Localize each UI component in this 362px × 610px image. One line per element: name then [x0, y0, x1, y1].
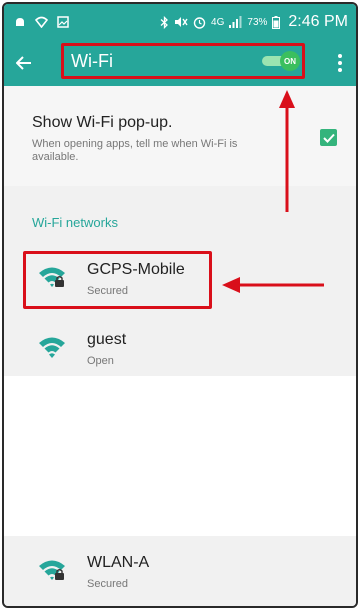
network-highlight-box: [23, 251, 212, 309]
more-options-button[interactable]: [330, 50, 350, 76]
wifi-settings-list: Show Wi-Fi pop-up. When opening apps, te…: [4, 86, 356, 606]
network-item[interactable]: guest Open: [4, 317, 356, 383]
setting-title: Show Wi-Fi pop-up.: [32, 114, 173, 131]
battery-percent: 73%: [247, 16, 268, 28]
phone-screen: 4G 73% 2:46 PM Wi-Fi ON Show Wi-Fi pop-u…: [2, 2, 358, 608]
wifi-status-icon: [35, 16, 48, 28]
network-item[interactable]: WLAN-A Secured: [4, 540, 356, 606]
mute-icon: [175, 17, 188, 27]
action-bar: Wi-Fi ON: [4, 40, 356, 86]
network-name: WLAN-A: [87, 554, 150, 571]
network-type-label: 4G: [211, 16, 225, 28]
arrow-left-icon: [16, 56, 31, 70]
battery-icon: [272, 15, 281, 29]
wifi-open-icon: [39, 337, 65, 358]
network-status: Open: [87, 355, 114, 367]
image-icon: [57, 16, 69, 28]
status-bar: 4G 73% 2:46 PM: [4, 4, 356, 40]
network-name: guest: [87, 331, 127, 348]
signal-icon: [229, 16, 242, 28]
checkmark-icon: [322, 133, 335, 143]
popup-checkbox[interactable]: [320, 129, 337, 146]
setting-description: When opening apps, tell me when Wi-Fi is…: [32, 138, 238, 163]
page-title: Wi-Fi: [71, 51, 113, 71]
back-button[interactable]: [4, 40, 44, 86]
status-time: 2:46 PM: [288, 13, 348, 30]
alarm-icon: [193, 16, 206, 29]
more-vert-icon: [338, 54, 342, 58]
toggle-knob: ON: [280, 51, 300, 71]
notification-icon: [16, 18, 24, 26]
bluetooth-icon: [160, 15, 168, 29]
section-header: Wi-Fi networks: [32, 215, 118, 230]
empty-space: [4, 376, 356, 536]
wifi-secured-icon: [39, 560, 65, 580]
network-status: Secured: [87, 578, 128, 590]
show-wifi-popup-setting[interactable]: Show Wi-Fi pop-up. When opening apps, te…: [4, 86, 356, 186]
wifi-toggle[interactable]: ON: [262, 51, 300, 71]
